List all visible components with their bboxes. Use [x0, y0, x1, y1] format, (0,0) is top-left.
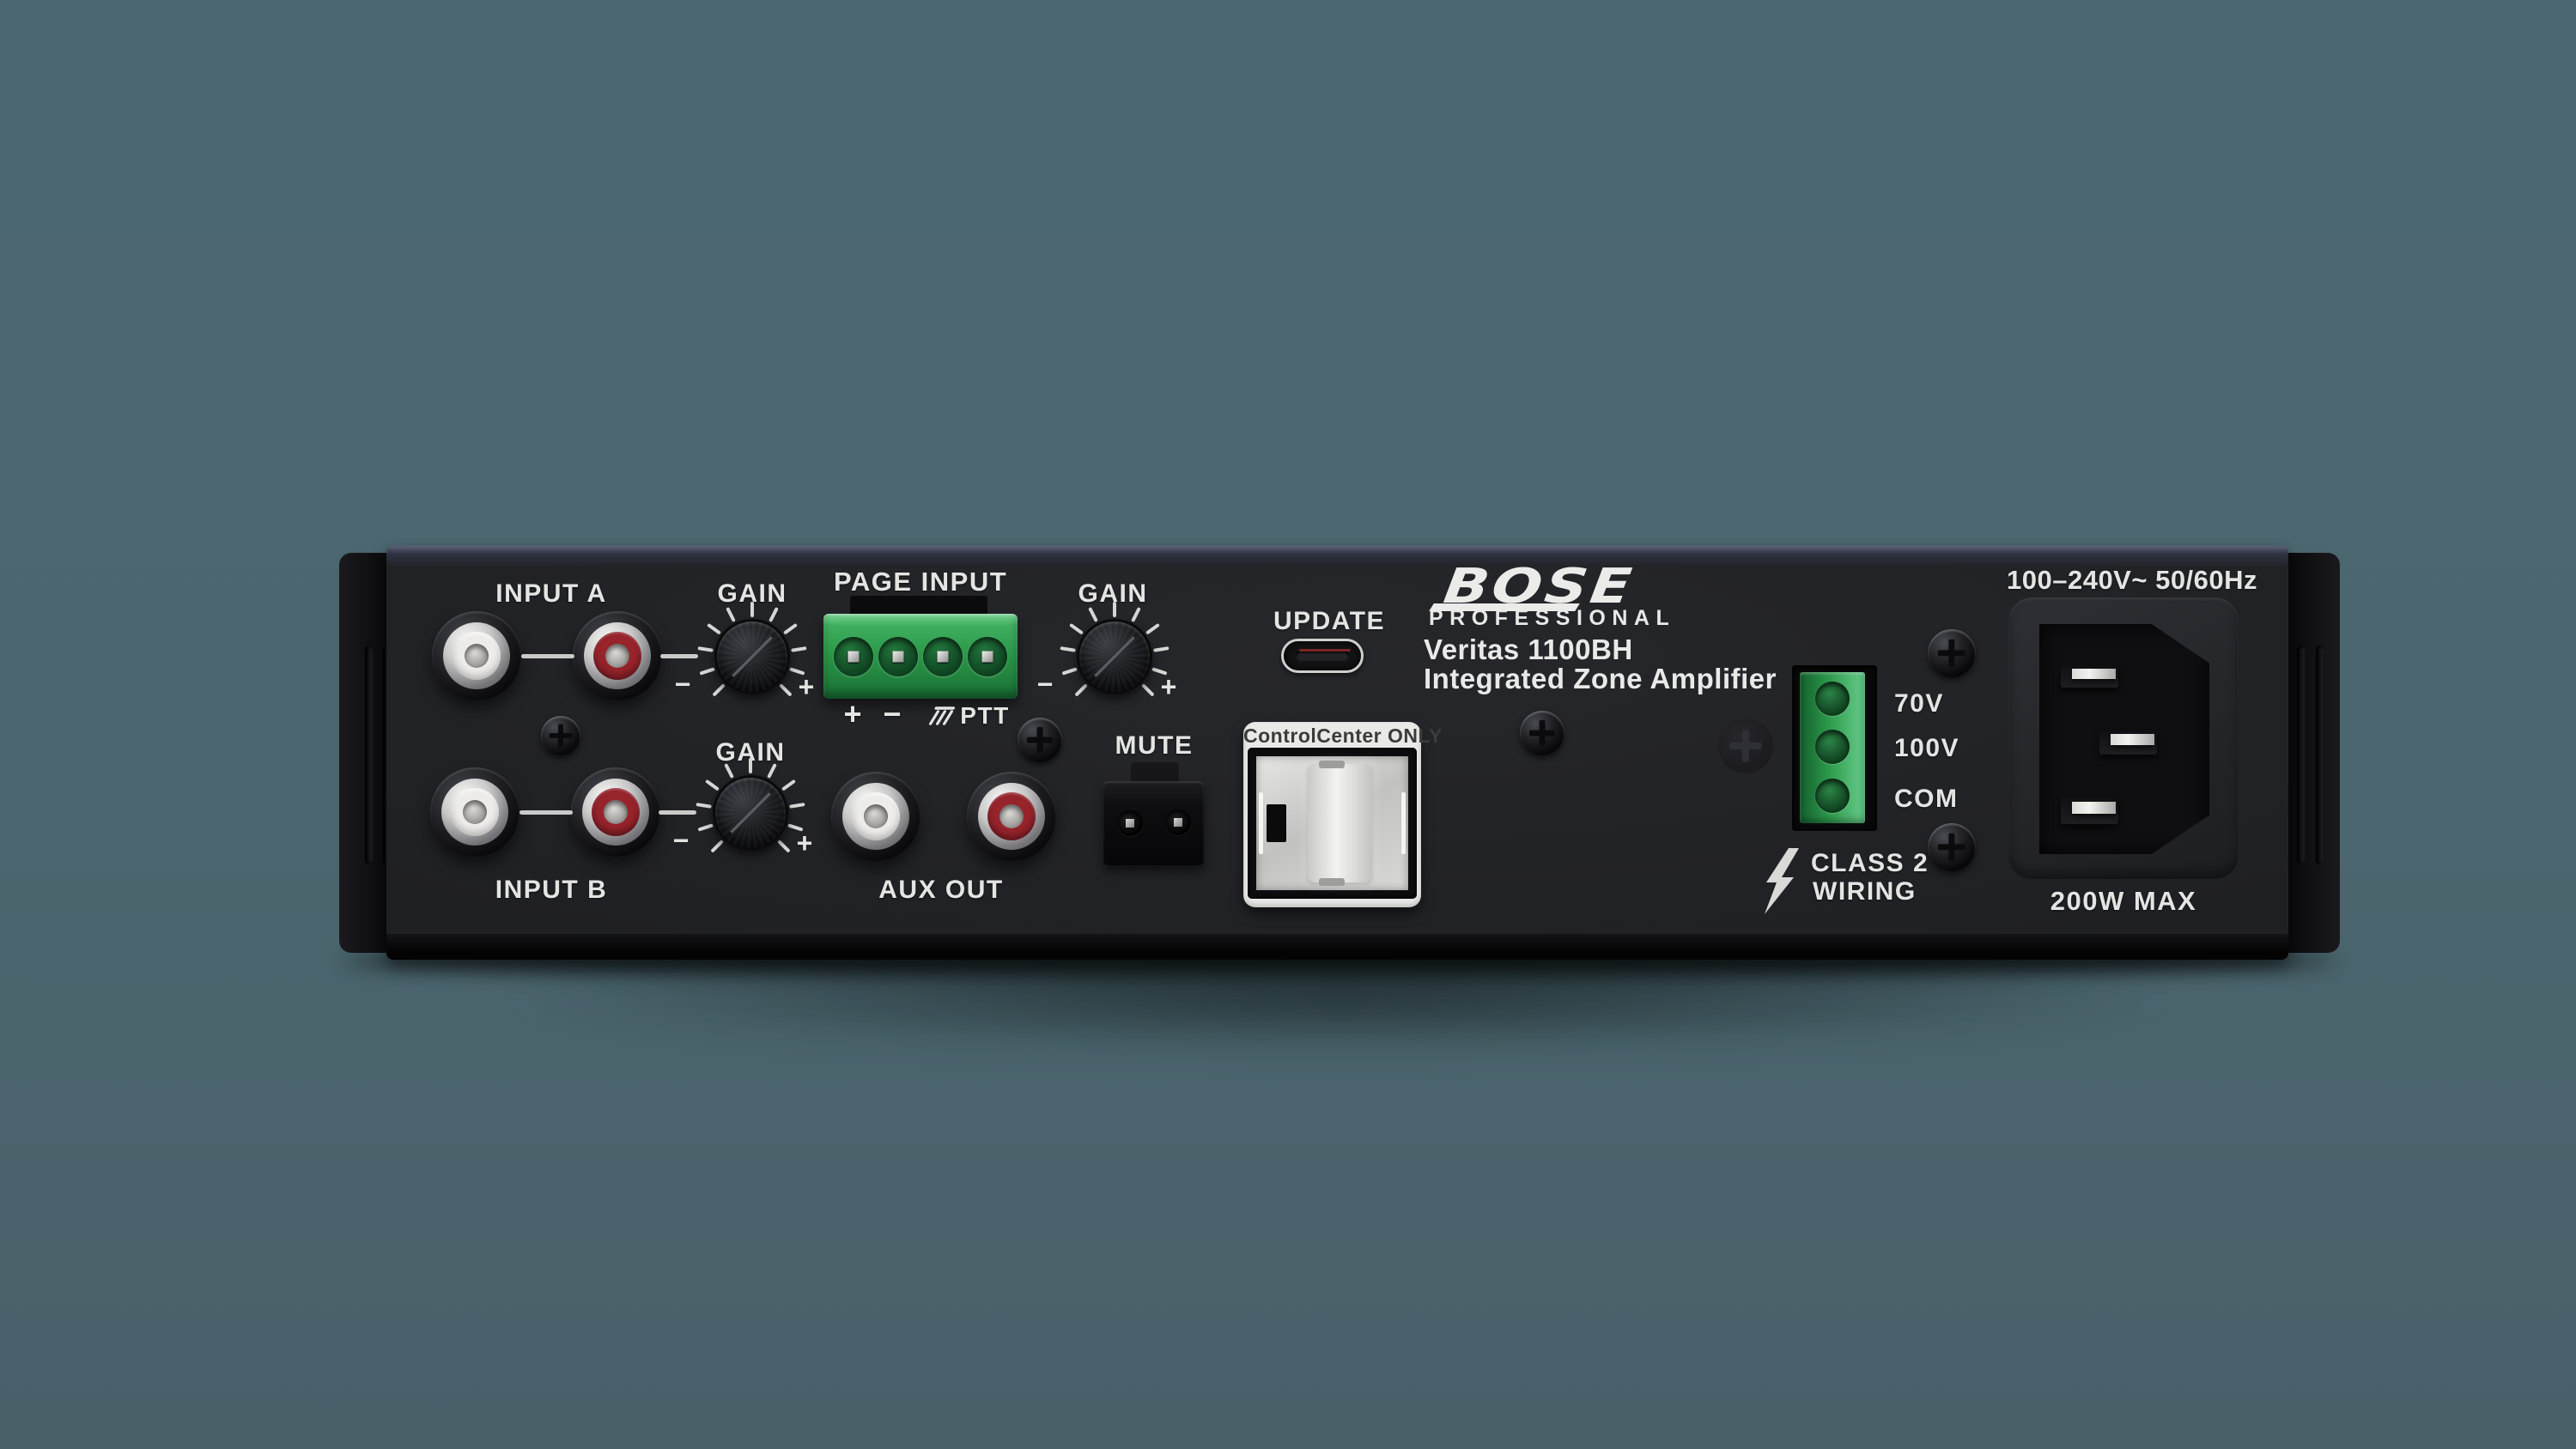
- max-power-label: 200W MAX: [2038, 886, 2209, 917]
- update-label: UPDATE: [1252, 606, 1406, 637]
- rca-center-hole: [999, 804, 1024, 828]
- signal-link-line: [521, 654, 574, 658]
- terminal-port: [968, 637, 1007, 676]
- product-name: Integrated Zone Amplifier: [1424, 663, 1777, 695]
- gain-min-label: −: [668, 670, 697, 699]
- wiring-label: WIRING: [1813, 876, 1984, 907]
- chassis-ground-icon: [927, 702, 956, 730]
- gain-max-label: +: [1154, 672, 1183, 701]
- terminal-port: [1815, 682, 1850, 716]
- aux-out-rca-jack-white[interactable]: [831, 772, 920, 861]
- rj45-contact: [1401, 792, 1406, 854]
- page-input-label: PAGE INPUT: [834, 567, 1005, 597]
- terminal-port: [1815, 730, 1850, 764]
- mute-terminal-connector[interactable]: [1103, 781, 1204, 865]
- aux-out-rca-jack-red[interactable]: [967, 772, 1056, 861]
- iec-power-inlet-plate: [2008, 597, 2239, 879]
- brand-professional: PROFESSIONAL: [1429, 606, 1675, 630]
- input-b-gain-knob[interactable]: − +: [677, 740, 823, 886]
- gain-max-label: +: [792, 672, 821, 701]
- vent-slot: [365, 646, 374, 864]
- vent-slot: [2297, 646, 2306, 864]
- rj45-tongue: [1308, 764, 1371, 882]
- iec-pin: [2061, 797, 2118, 824]
- rca-center-hole: [864, 804, 888, 828]
- usb-c-update-port[interactable]: [1281, 639, 1364, 673]
- terminal-port: [1815, 779, 1850, 813]
- page-ptt-label: PTT: [955, 700, 1015, 731]
- rca-center-hole: [605, 644, 629, 668]
- speaker-terminal-block[interactable]: [1800, 672, 1865, 823]
- terminal-port: [834, 637, 873, 676]
- iec-pin: [2061, 665, 2118, 688]
- rj45-contact: [1259, 792, 1263, 854]
- panel-screw: [541, 716, 580, 755]
- terminal-port: [1117, 810, 1143, 836]
- class2-label: CLASS 2: [1811, 848, 1983, 879]
- knob-body: [714, 619, 790, 694]
- panel-screw: [1018, 718, 1062, 762]
- rca-center-hole: [463, 800, 487, 824]
- page-minus-label: −: [866, 699, 918, 730]
- speaker-com-label: COM: [1894, 784, 1997, 815]
- gain-min-label: −: [666, 826, 696, 855]
- power-rating-label: 100–240V~ 50/60Hz: [2007, 565, 2281, 596]
- panel-screw-flush: [1718, 718, 1773, 773]
- rj45-jack-inner: [1256, 756, 1408, 890]
- knob-body: [713, 775, 788, 851]
- gain-max-label: +: [790, 828, 819, 858]
- gain-min-label: −: [1030, 670, 1060, 699]
- panel-screw: [1520, 711, 1564, 755]
- signal-link-line: [519, 810, 573, 815]
- rj45-slot: [1267, 804, 1286, 842]
- rca-center-hole: [465, 644, 489, 668]
- terminal-mount-strip: [850, 596, 987, 615]
- iec-power-inlet[interactable]: [2039, 624, 2209, 854]
- input-a-label: INPUT A: [465, 579, 637, 609]
- lightning-bolt-icon: [1760, 848, 1803, 915]
- page-input-terminal-block[interactable]: [823, 614, 1018, 699]
- controlcenter-label: ControlCenter ONLY: [1243, 724, 1421, 747]
- controlcenter-port-plate: ControlCenter ONLY: [1243, 722, 1421, 907]
- iec-pin: [2099, 731, 2157, 755]
- speaker-70v-label: 70V: [1894, 688, 1997, 719]
- rj45-notch: [1319, 761, 1345, 768]
- input-a-gain-knob[interactable]: − +: [679, 584, 825, 730]
- page-gain-knob[interactable]: − +: [1042, 584, 1188, 730]
- vent-slot: [2316, 646, 2324, 864]
- aux-out-label: AUX OUT: [855, 875, 1027, 906]
- speaker-100v-label: 100V: [1894, 733, 1997, 764]
- input-b-rca-jack-white[interactable]: [430, 767, 519, 857]
- model-name: Veritas 1100BH: [1424, 634, 1633, 666]
- terminal-port: [878, 637, 918, 676]
- mute-label: MUTE: [1094, 731, 1214, 761]
- terminal-port: [923, 637, 963, 676]
- input-b-rca-jack-red[interactable]: [571, 767, 660, 857]
- rj45-notch: [1319, 878, 1345, 886]
- input-a-rca-jack-red[interactable]: [573, 611, 662, 700]
- terminal-port: [1165, 809, 1191, 835]
- input-b-label: INPUT B: [465, 875, 637, 906]
- panel-screw: [1928, 629, 1976, 677]
- rca-center-hole: [604, 800, 628, 824]
- amplifier-rear-panel: INPUT A GAIN − + PAGE INPUT + − PTT G: [339, 546, 2340, 960]
- input-a-rca-jack-white[interactable]: [432, 611, 521, 700]
- rj45-jack[interactable]: [1248, 748, 1417, 899]
- knob-body: [1077, 619, 1152, 694]
